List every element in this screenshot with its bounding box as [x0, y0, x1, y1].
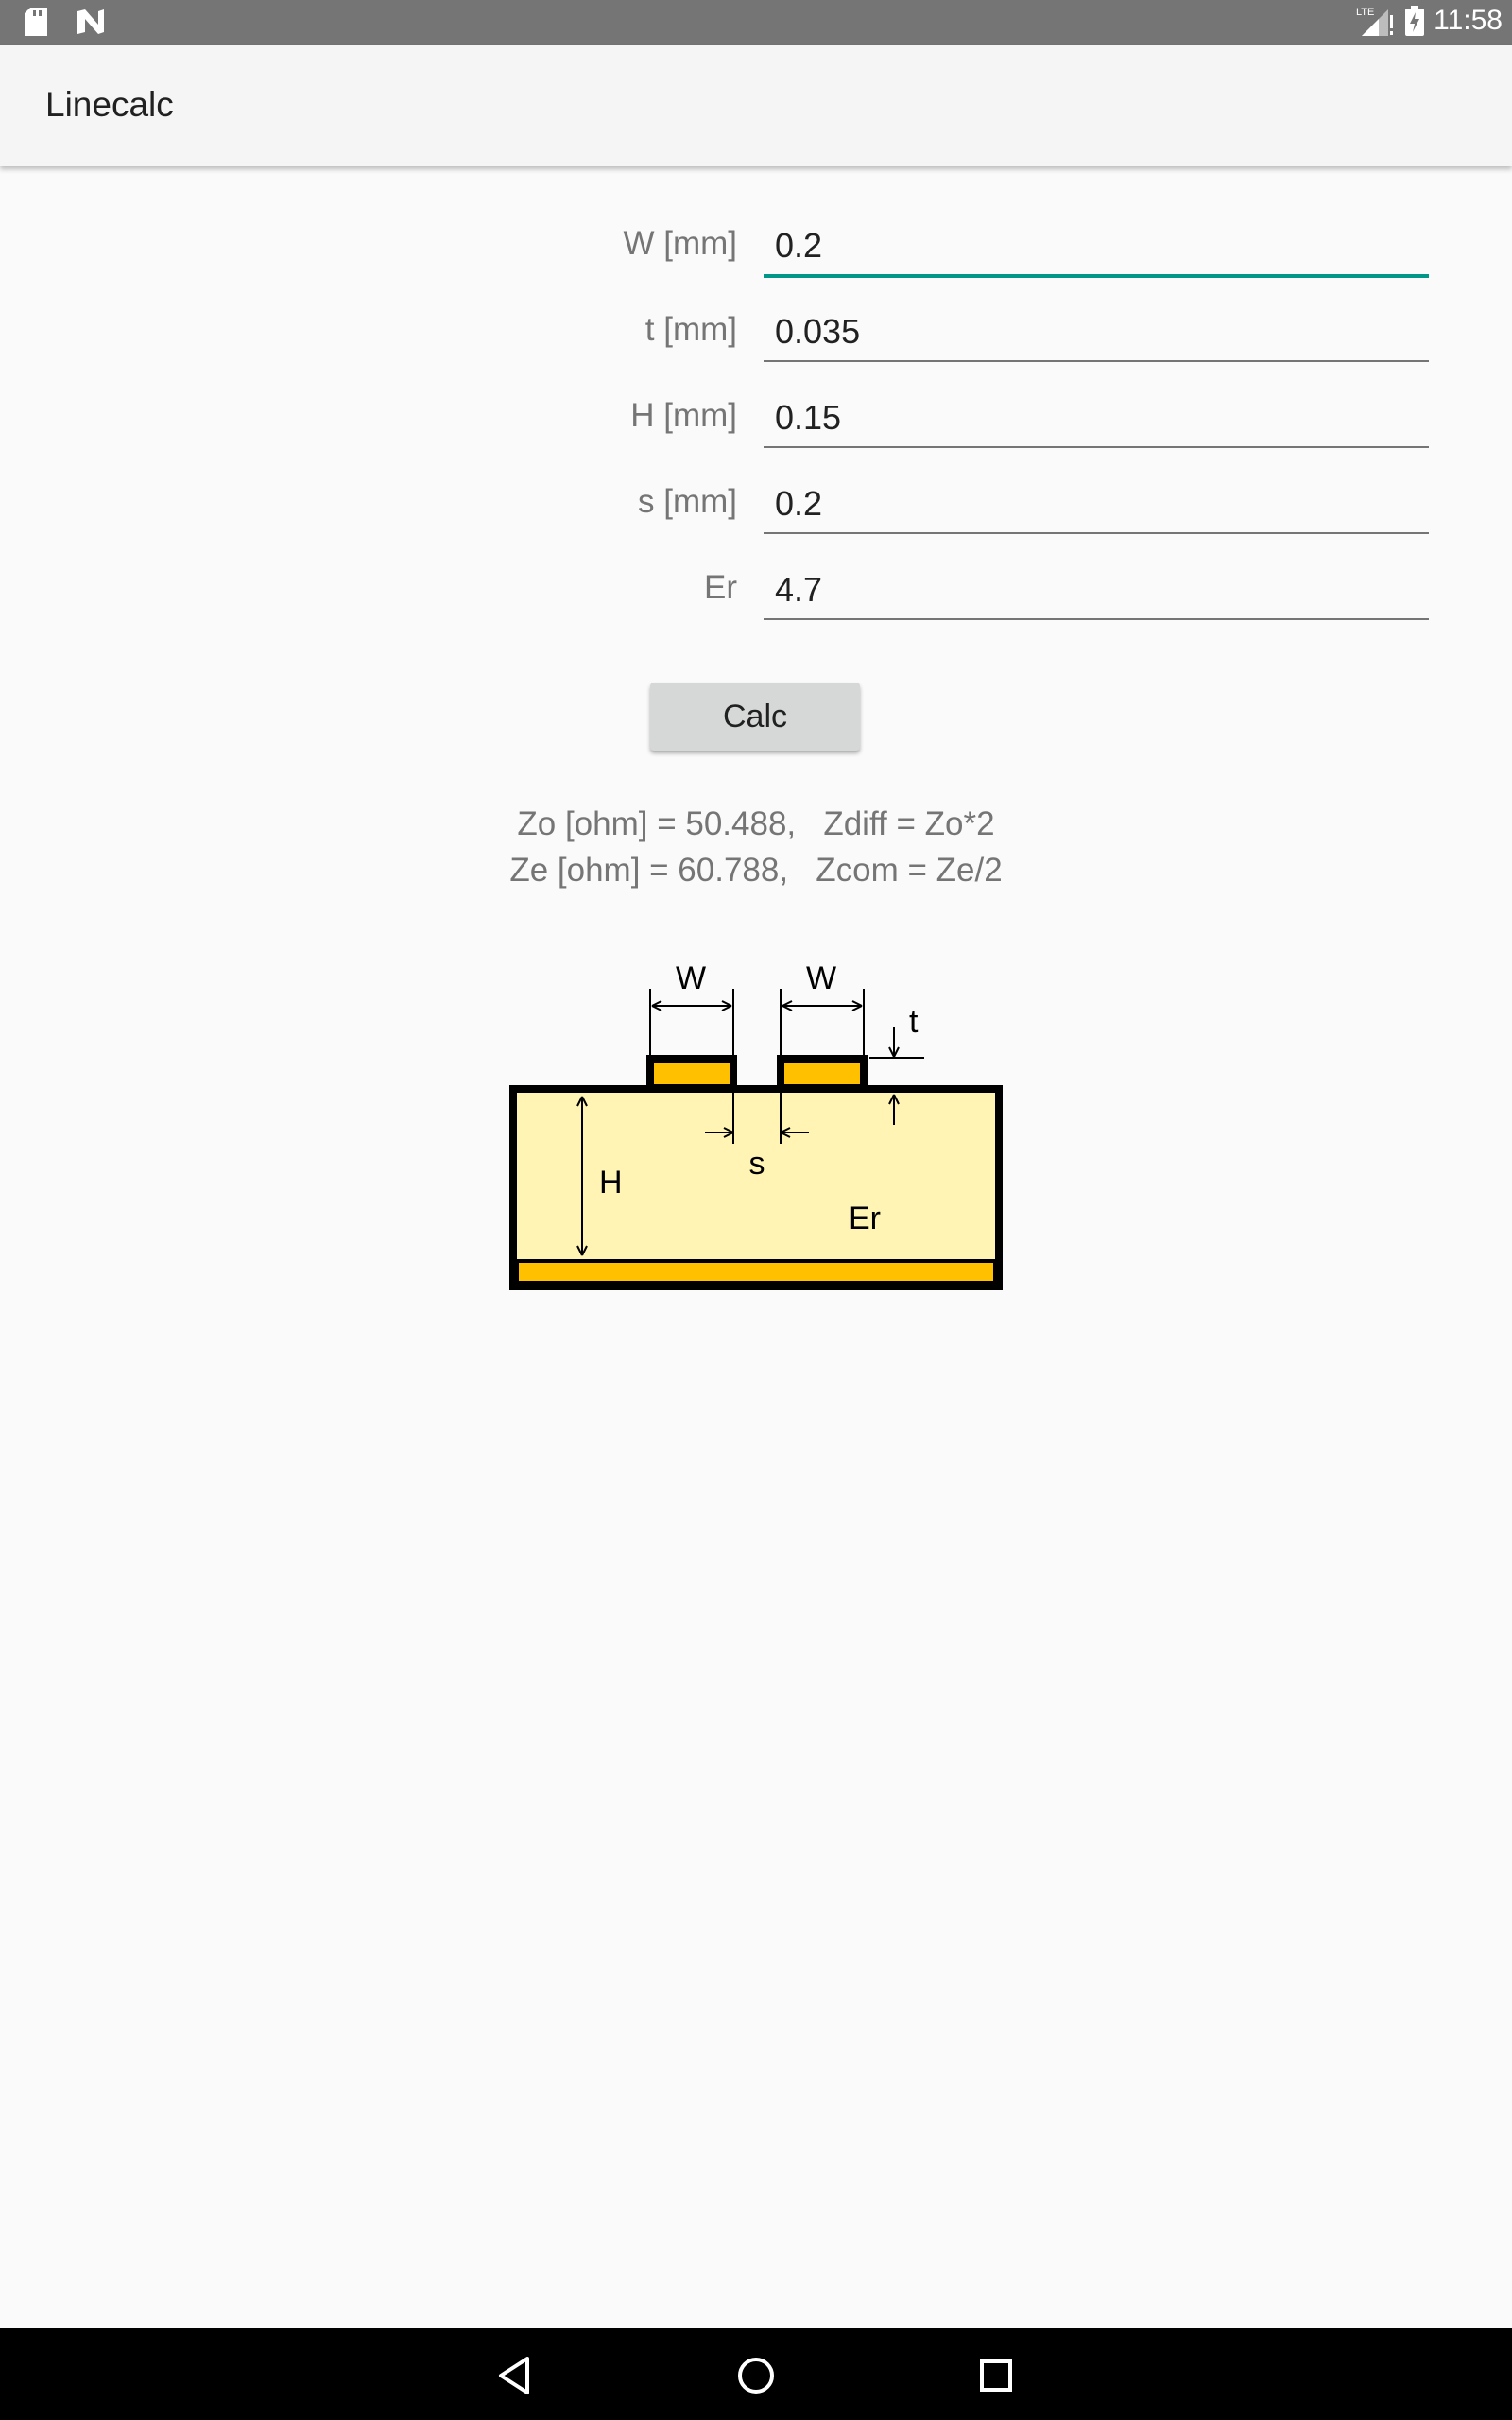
- w1-label: W: [676, 960, 706, 996]
- s-label: s: [749, 1146, 765, 1182]
- result-odd-mode: Zo [ohm] = 50.488, Zdiff = Zo*2: [517, 805, 995, 842]
- height-label: H [mm]: [630, 397, 737, 434]
- row-permittivity: Er: [0, 554, 1512, 630]
- h-label: H: [599, 1165, 623, 1201]
- recents-icon[interactable]: [973, 2353, 1019, 2398]
- navigation-bar: [0, 2328, 1512, 2420]
- row-thickness: t [mm]: [0, 296, 1512, 372]
- status-time: 11:58: [1434, 5, 1503, 36]
- width-input[interactable]: [775, 225, 1418, 267]
- app-title: Linecalc: [45, 85, 174, 124]
- height-input[interactable]: [775, 397, 1418, 439]
- status-bar: LTE 11:58: [0, 0, 1512, 45]
- row-spacing: s [mm]: [0, 468, 1512, 544]
- height-field[interactable]: [764, 391, 1429, 448]
- battery-charging-icon: [1405, 6, 1425, 36]
- sd-card-icon: [25, 8, 47, 36]
- permittivity-field[interactable]: [764, 563, 1429, 620]
- permittivity-label: Er: [704, 569, 737, 606]
- width-field[interactable]: [764, 219, 1429, 278]
- n-notification-icon: [77, 9, 104, 34]
- thickness-input[interactable]: [775, 311, 1418, 353]
- trace-left: [646, 1055, 737, 1092]
- result-even-mode: Ze [ohm] = 60.788, Zcom = Ze/2: [509, 852, 1003, 889]
- substrate: [509, 1085, 1003, 1290]
- svg-text:LTE: LTE: [1356, 7, 1374, 18]
- spacing-label: s [mm]: [638, 483, 737, 520]
- er-label: Er: [849, 1201, 881, 1236]
- t-label: t: [909, 1004, 919, 1040]
- lte-signal-icon: LTE: [1356, 7, 1394, 36]
- w2-label: W: [806, 960, 836, 996]
- back-icon[interactable]: [493, 2353, 539, 2398]
- calc-button[interactable]: Calc: [650, 683, 860, 751]
- ground-plane: [515, 1259, 997, 1285]
- app-bar: Linecalc: [0, 45, 1512, 166]
- row-width: W [mm]: [0, 210, 1512, 285]
- permittivity-input[interactable]: [775, 569, 1418, 611]
- thickness-label: t [mm]: [644, 311, 737, 348]
- width-label: W [mm]: [623, 225, 737, 262]
- row-height: H [mm]: [0, 382, 1512, 458]
- spacing-field[interactable]: [764, 477, 1429, 534]
- trace-right: [777, 1055, 868, 1092]
- differential-microstrip-diagram: W W t s H Er: [509, 960, 1003, 1290]
- thickness-field[interactable]: [764, 305, 1429, 362]
- spacing-input[interactable]: [775, 483, 1418, 525]
- home-icon[interactable]: [733, 2353, 779, 2398]
